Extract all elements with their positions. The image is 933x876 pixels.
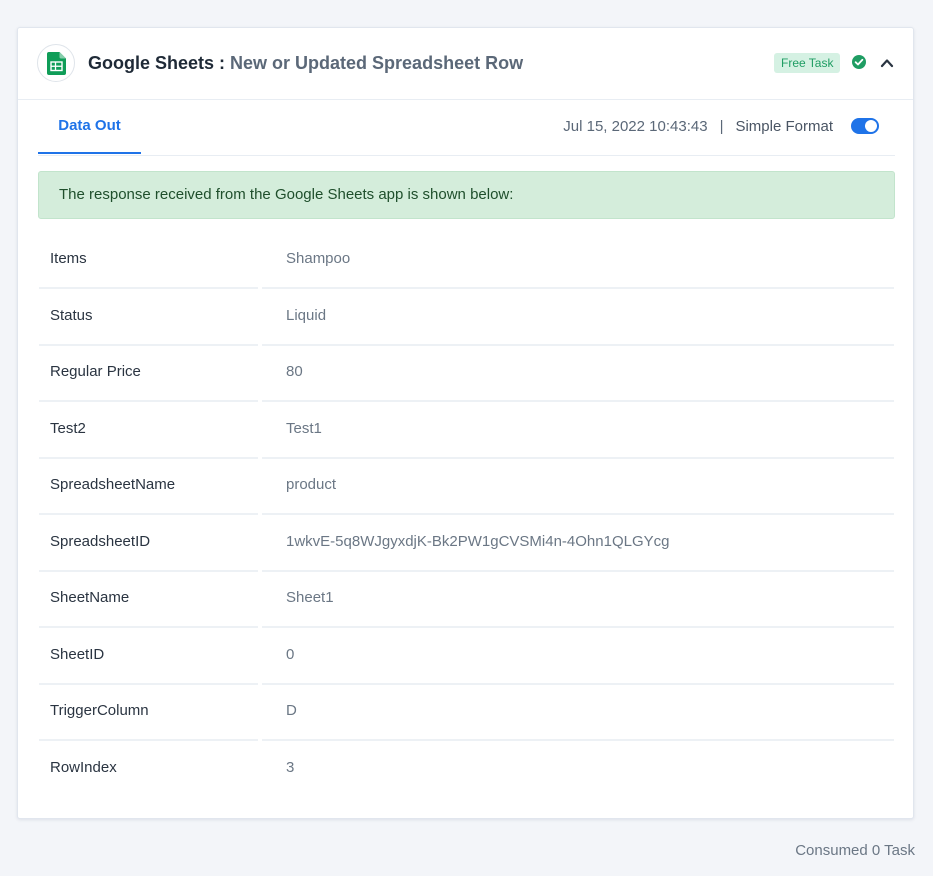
response-timestamp: Jul 15, 2022 10:43:43 xyxy=(563,118,708,135)
response-meta: Jul 15, 2022 10:43:43 | Simple Format xyxy=(563,100,895,154)
app-icon-container xyxy=(37,44,75,82)
free-task-badge: Free Task xyxy=(774,53,841,73)
title-separator: : xyxy=(214,53,231,73)
row-key: SheetName xyxy=(39,573,258,628)
toggle-knob xyxy=(865,120,877,133)
row-value: Liquid xyxy=(262,291,894,346)
row-value: 1wkvE-5q8WJgyxdjK-Bk2PW1gCVSMi4n-4Ohn1QL… xyxy=(262,517,894,572)
table-row: Status Liquid xyxy=(39,291,894,348)
row-value: Sheet1 xyxy=(262,573,894,628)
simple-format-label: Simple Format xyxy=(735,118,833,135)
table-row: Items Shampoo xyxy=(39,234,894,291)
row-key: SheetID xyxy=(39,630,258,685)
tabs-row: Data Out Jul 15, 2022 10:43:43 | Simple Fo… xyxy=(38,100,895,156)
row-value: Test1 xyxy=(262,404,894,459)
google-sheets-icon xyxy=(47,52,66,75)
table-row: SheetID 0 xyxy=(39,630,894,687)
row-value: 80 xyxy=(262,347,894,402)
row-key: Status xyxy=(39,291,258,346)
simple-format-toggle[interactable] xyxy=(851,118,879,135)
row-key: Items xyxy=(39,234,258,289)
response-notice: The response received from the Google Sh… xyxy=(38,171,895,219)
data-out-table: Items Shampoo Status Liquid Regular Pric… xyxy=(39,234,894,799)
consumed-tasks-label: Consumed 0 Task xyxy=(795,842,915,859)
row-key: TriggerColumn xyxy=(39,686,258,741)
row-key: Regular Price xyxy=(39,347,258,402)
tab-data-out[interactable]: Data Out xyxy=(38,100,141,154)
app-name: Google Sheets xyxy=(88,53,215,73)
trigger-name: New or Updated Spreadsheet Row xyxy=(230,53,524,73)
meta-divider: | xyxy=(719,118,724,135)
row-key: SpreadsheetID xyxy=(39,517,258,572)
table-row: TriggerColumn D xyxy=(39,686,894,743)
table-row: SpreadsheetID 1wkvE-5q8WJgyxdjK-Bk2PW1gC… xyxy=(39,517,894,574)
row-value: D xyxy=(262,686,894,741)
table-row: SpreadsheetName product xyxy=(39,460,894,517)
task-card: Google Sheets : New or Updated Spreadshe… xyxy=(17,27,914,819)
row-value: product xyxy=(262,460,894,515)
table-row: Regular Price 80 xyxy=(39,347,894,404)
table-row: RowIndex 3 xyxy=(39,743,894,800)
task-header: Google Sheets : New or Updated Spreadshe… xyxy=(18,28,913,100)
row-value: 3 xyxy=(286,758,295,776)
row-key: Test2 xyxy=(39,404,258,459)
table-row: Test2 Test1 xyxy=(39,404,894,461)
table-row: SheetName Sheet1 xyxy=(39,573,894,630)
row-key: RowIndex xyxy=(50,758,117,776)
task-title: Google Sheets : New or Updated Spreadshe… xyxy=(88,52,523,74)
chevron-up-icon[interactable] xyxy=(880,56,894,70)
row-value: 0 xyxy=(262,630,894,685)
row-value: Shampoo xyxy=(262,234,894,289)
row-key: SpreadsheetName xyxy=(39,460,258,515)
check-circle-icon xyxy=(852,55,866,69)
